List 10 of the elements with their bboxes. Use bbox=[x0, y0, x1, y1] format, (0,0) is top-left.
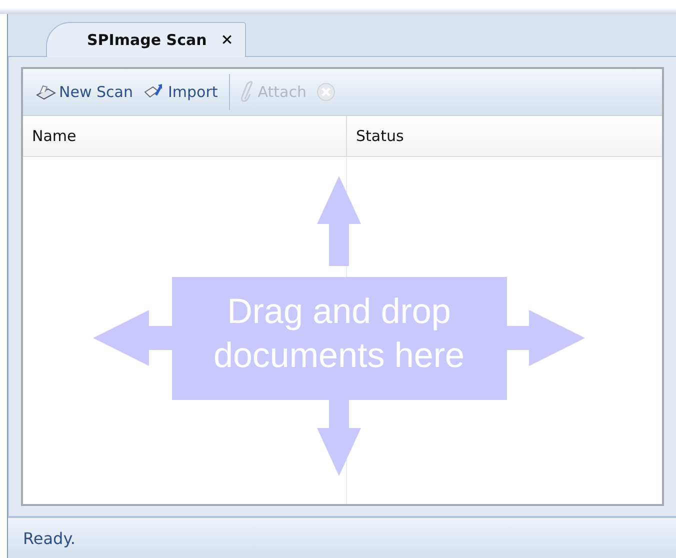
paperclip-icon bbox=[240, 81, 255, 103]
column-header[interactable]: Name bbox=[23, 116, 347, 156]
scanner-icon bbox=[36, 84, 56, 100]
tab[interactable]: SPImage Scan ✕ bbox=[46, 22, 246, 57]
status-text: Ready. bbox=[23, 528, 76, 548]
toolbar-button[interactable]: New Scan bbox=[33, 81, 136, 103]
column-header[interactable]: Status bbox=[347, 116, 662, 156]
toolbar-button[interactable]: Import bbox=[140, 81, 221, 103]
four-way-arrow-icon bbox=[93, 176, 585, 476]
close-button[interactable]: ✕ bbox=[220, 31, 234, 49]
